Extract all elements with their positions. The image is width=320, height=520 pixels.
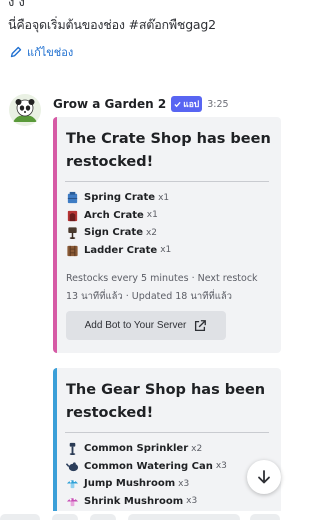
edit-channel-label: แก้ไขช่อง [27,46,74,59]
list-item: Common Sprinkler x2 [66,440,227,458]
panda-avatar-icon [9,94,41,126]
channel-header-cut: ง ง [8,0,25,10]
check-icon [174,101,181,107]
gear-item-list: Common Sprinkler x2 Common Watering Can … [66,440,227,510]
gear-shop-embed: The Gear Shop has been restocked! Common… [53,368,281,520]
ladder-crate-icon [67,245,78,256]
crate-shop-embed: The Crate Shop has been restocked! Sprin… [53,117,281,353]
list-item: Ladder Crate x1 [66,242,171,260]
bot-avatar[interactable] [9,94,41,126]
embed-accent-bar [53,117,57,353]
embed-title: The Gear Shop has been restocked! [66,382,266,421]
list-item: Common Watering Can x3 [66,458,227,476]
list-item: Sign Crate x2 [66,224,171,242]
message-timestamp: 3:25 [207,98,229,110]
embed-accent-bar [53,368,57,520]
list-item: Jump Mushroom x3 [66,475,227,493]
bot-name[interactable]: Grow a Garden 2 [53,97,166,111]
embed-title: The Crate Shop has been restocked! [66,131,271,170]
red-crate-icon [67,210,78,221]
scroll-to-bottom-button[interactable] [247,460,281,494]
embed-divider [65,432,269,433]
add-bot-label: Add Bot to Your Server [84,320,187,331]
embed-footer-updated: 13 นาทีที่แล้ว · Updated 18 นาทีที่แล้ว [66,291,232,302]
add-bot-button[interactable]: Add Bot to Your Server [66,311,226,340]
blue-crate-icon [67,192,78,204]
list-item: Shrink Mushroom x3 [66,493,227,511]
toolbar-button[interactable] [0,514,40,520]
external-link-icon [195,319,207,331]
message-header: Grow a Garden 2 แอป 3:25 [53,96,229,112]
jump-mushroom-icon [66,480,79,489]
app-badge-label: แอป [183,100,200,110]
toolbar-button[interactable] [250,514,280,520]
pencil-icon [10,46,22,58]
message-input[interactable] [128,514,240,520]
edit-channel-link[interactable]: แก้ไขช่อง [10,43,73,61]
embed-divider [65,181,269,182]
list-item: Spring Crate x1 [66,189,171,207]
toolbar-button[interactable] [90,514,116,520]
arrow-down-icon [258,470,270,484]
sprinkler-icon [69,443,76,456]
toolbar-button[interactable] [52,514,78,520]
shrink-mushroom-icon [66,498,79,506]
list-item: Arch Crate x1 [66,207,171,225]
sign-crate-icon [68,227,77,240]
crate-item-list: Spring Crate x1 Arch Crate x1 Sign Crate… [66,189,171,259]
bottom-toolbar [0,511,292,520]
embed-footer-restock: Restocks every 5 minutes · Next restock [66,273,258,284]
channel-intro-text: นี่คือจุดเริ่มต้นของช่อง #สต๊อกพืชgag2 [8,17,216,32]
app-badge: แอป [171,96,203,112]
watering-can-icon [66,462,79,471]
